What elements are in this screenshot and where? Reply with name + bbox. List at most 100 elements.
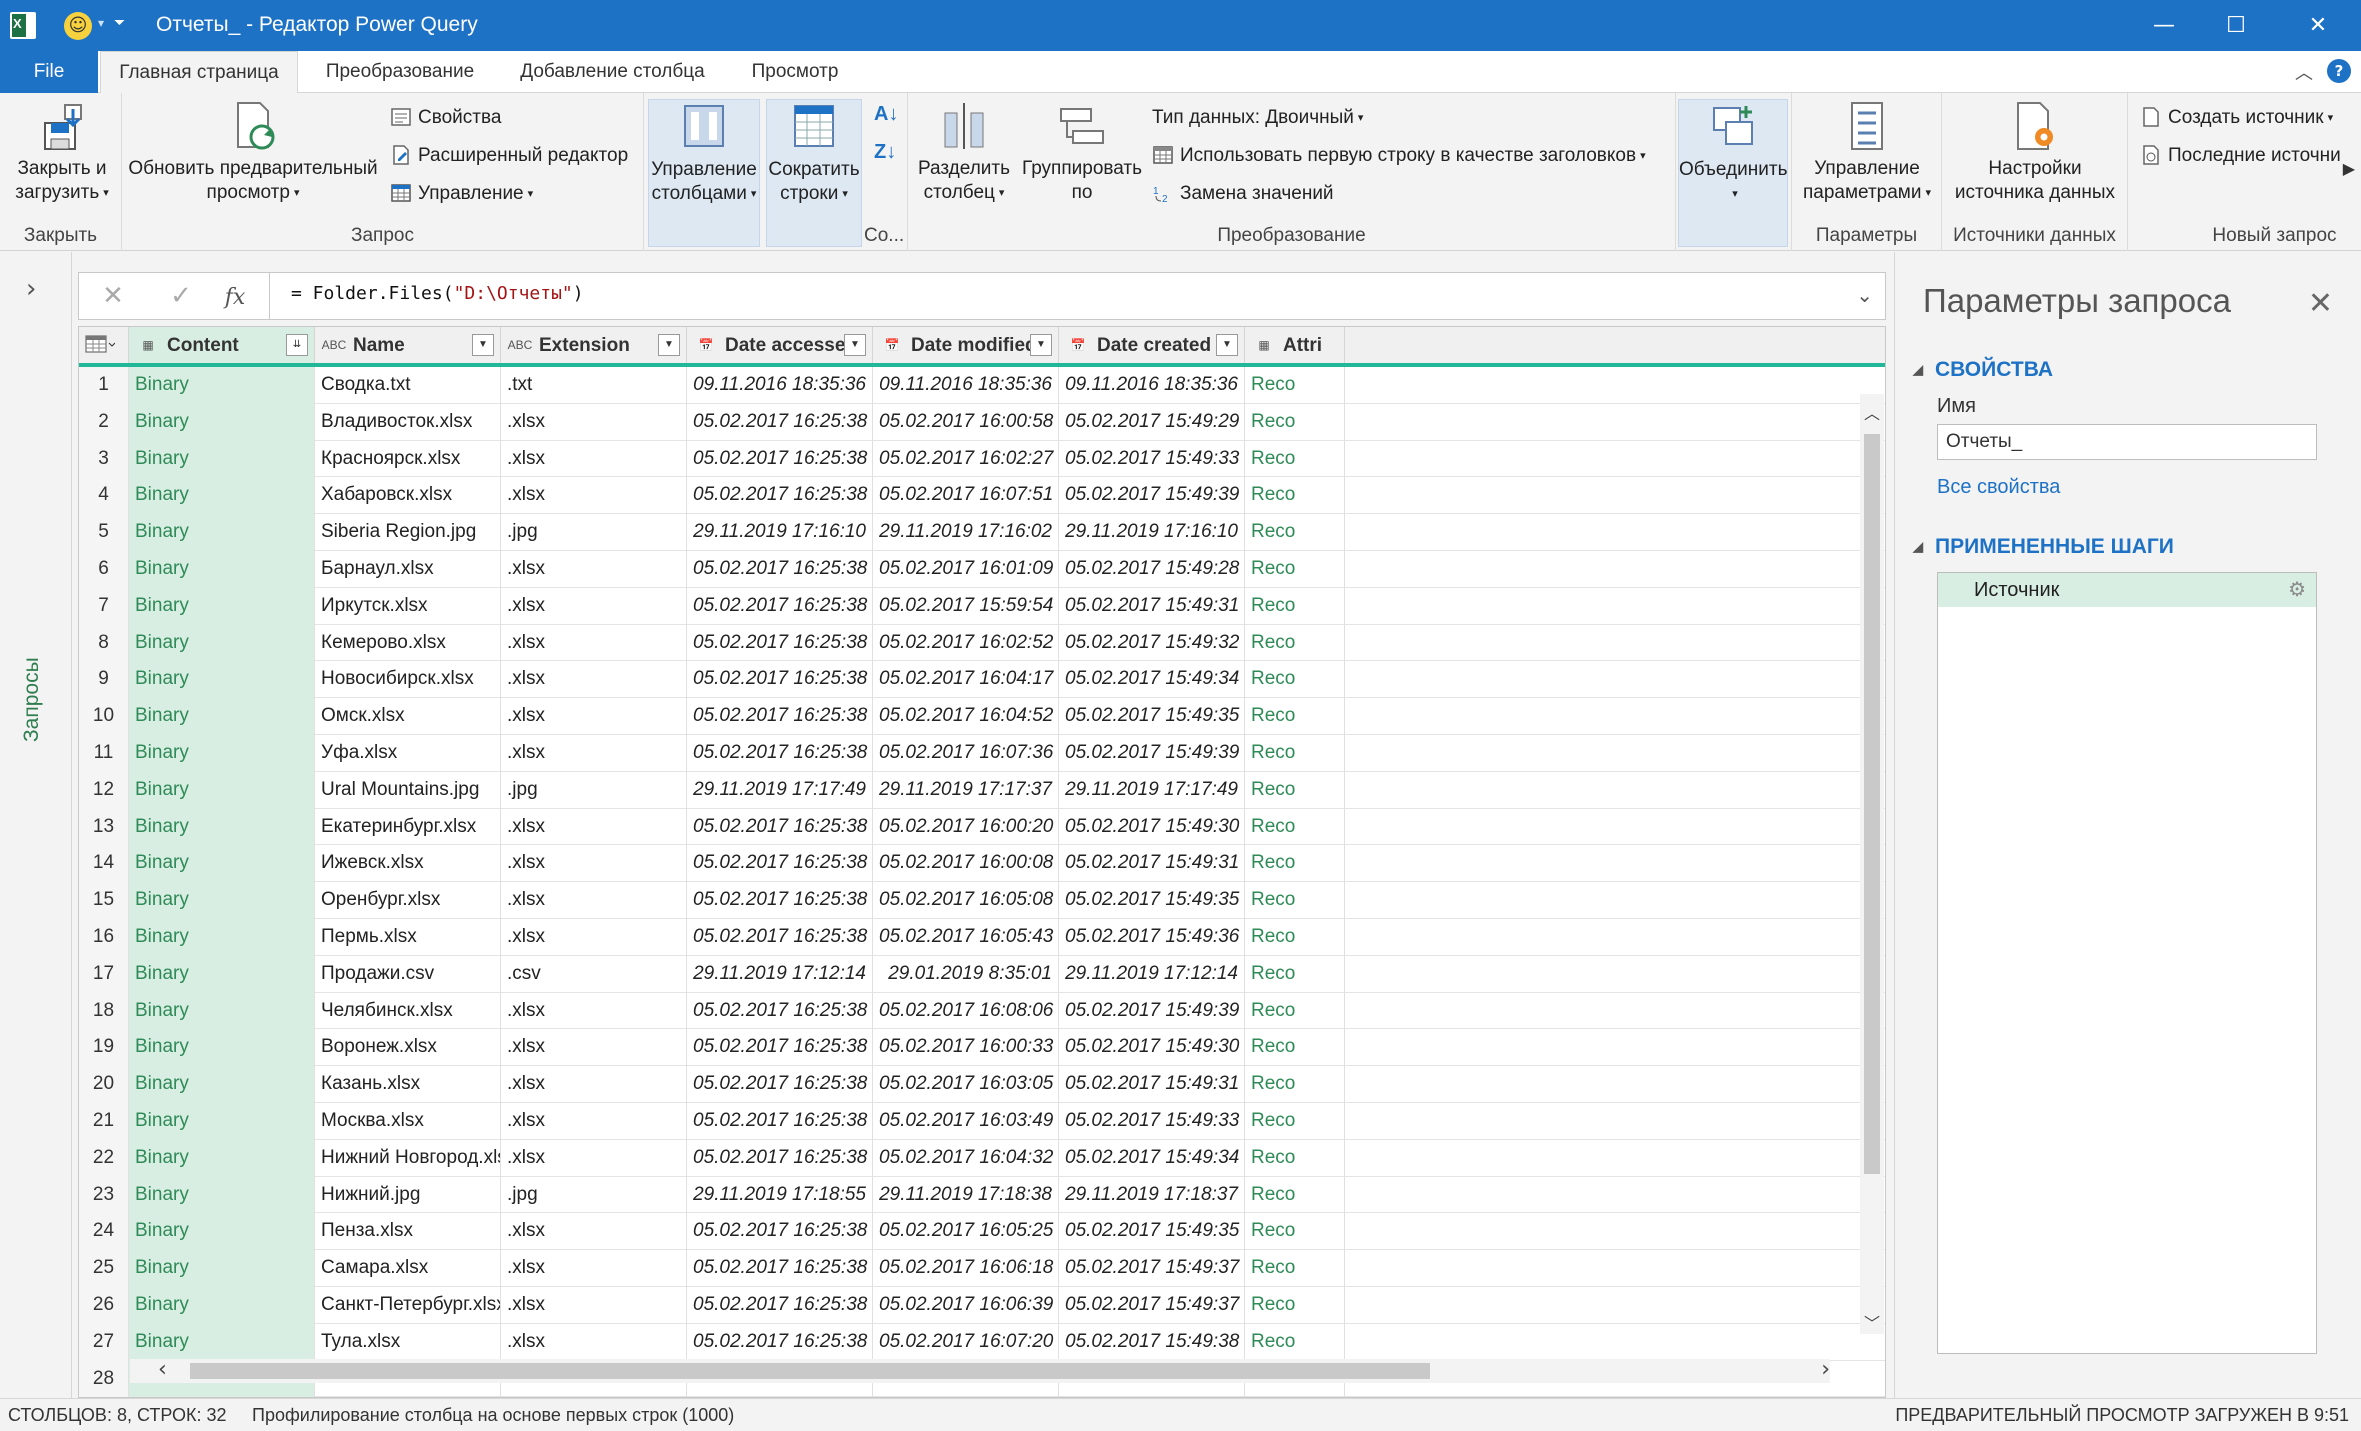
table-type-icon[interactable]: ▦ (135, 327, 161, 363)
applied-steps-section-header[interactable]: ◢ ПРИМЕНЕННЫЕ ШАГИ (1913, 535, 2174, 559)
cell-content[interactable]: Binary (129, 1250, 315, 1287)
tab-home[interactable]: Главная страница (100, 51, 298, 94)
table-row[interactable]: 27 Binary Тула.xlsx .xlsx 05.02.2017 16:25:3… (79, 1323, 1885, 1361)
cell-attri[interactable]: Reco (1245, 403, 1345, 441)
scroll-left-icon[interactable]: ‹ (158, 1357, 167, 1382)
row-number[interactable]: 18 (79, 992, 129, 1030)
query-name-input[interactable]: Отчеты_ (1937, 424, 2317, 460)
cell-content[interactable]: Binary (129, 477, 315, 515)
cell-content[interactable]: Binary (129, 1103, 315, 1140)
filter-dropdown-icon[interactable]: ▼ (1030, 334, 1052, 356)
cell-content[interactable]: Binary (129, 403, 315, 441)
cell-attri[interactable]: Reco (1245, 367, 1345, 404)
table-type-icon[interactable]: ▦ (1251, 327, 1277, 363)
data-source-settings-button[interactable]: Настройки источника данных (1946, 99, 2124, 205)
table-row[interactable]: 6 Binary Барнаул.xlsx .xlsx 05.02.2017 16:25… (79, 551, 1885, 588)
row-number[interactable]: 16 (79, 919, 129, 956)
cell-attri[interactable]: Reco (1245, 919, 1345, 956)
filter-dropdown-icon[interactable]: ▼ (472, 334, 494, 356)
close-load-button[interactable]: Закрыть и загрузить ▾ (6, 99, 118, 205)
column-header-date-modified[interactable]: 📅 Date modified ▼ (873, 327, 1059, 363)
tab-file[interactable]: File (0, 51, 98, 93)
cell-content[interactable]: Binary (129, 514, 315, 551)
cell-content[interactable]: Binary (129, 1029, 315, 1067)
table-row[interactable]: 20 Binary Казань.xlsx .xlsx 05.02.2017 16:25… (79, 1066, 1885, 1103)
cell-attri[interactable]: Reco (1245, 808, 1345, 846)
group-by-button[interactable]: Группировать по (1018, 99, 1146, 205)
cell-content[interactable]: Binary (129, 955, 315, 993)
cell-attri[interactable]: Reco (1245, 845, 1345, 883)
row-number[interactable]: 20 (79, 1066, 129, 1103)
column-header-content[interactable]: ▦ Content ⇊ (129, 327, 315, 363)
reduce-rows-button[interactable]: Сократить строки ▾ (766, 99, 862, 247)
row-number[interactable]: 9 (79, 661, 129, 699)
cell-content[interactable]: Binary (129, 882, 315, 919)
table-row[interactable]: 24 Binary Пенза.xlsx .xlsx 05.02.2017 16:25:… (79, 1213, 1885, 1251)
row-number[interactable]: 19 (79, 1029, 129, 1067)
row-number[interactable]: 3 (79, 440, 129, 478)
table-row[interactable]: 10 Binary Омск.xlsx .xlsx 05.02.2017 16:25:3… (79, 698, 1885, 735)
properties-section-header[interactable]: ◢ СВОЙСТВА (1913, 358, 2053, 382)
sort-descending-button[interactable]: Z↓ (874, 137, 896, 167)
row-number[interactable]: 14 (79, 845, 129, 883)
scroll-right-icon[interactable]: › (1821, 1357, 1830, 1382)
cell-content[interactable]: Binary (129, 661, 315, 699)
row-number[interactable]: 10 (79, 698, 129, 735)
vertical-scroll-thumb[interactable] (1864, 434, 1880, 1174)
row-number[interactable]: 5 (79, 514, 129, 551)
table-row[interactable]: 18 Binary Челябинск.xlsx .xlsx 05.02.2017 16… (79, 992, 1885, 1030)
cell-attri[interactable]: Reco (1245, 1139, 1345, 1177)
row-number[interactable]: 13 (79, 808, 129, 846)
row-number[interactable]: 8 (79, 624, 129, 662)
filter-dropdown-icon[interactable]: ▼ (658, 334, 680, 356)
cell-attri[interactable]: Reco (1245, 1103, 1345, 1140)
row-number[interactable]: 12 (79, 771, 129, 809)
cell-content[interactable]: Binary (129, 624, 315, 662)
cell-attri[interactable]: Reco (1245, 1029, 1345, 1067)
scroll-up-icon[interactable]: ︿ (1864, 400, 1880, 424)
tab-add-column[interactable]: Добавление столбца (505, 51, 720, 93)
expand-binary-icon[interactable]: ⇊ (286, 334, 308, 356)
table-row[interactable]: 22 Binary Нижний Новгород.xlsx .xlsx 05.02.2… (79, 1139, 1885, 1177)
row-number[interactable]: 27 (79, 1323, 129, 1361)
cell-attri[interactable]: Reco (1245, 698, 1345, 735)
table-row[interactable]: 9 Binary Новосибирск.xlsx .xlsx 05.02.2017 1… (79, 661, 1885, 699)
table-row[interactable]: 16 Binary Пермь.xlsx .xlsx 05.02.2017 16:25:… (79, 919, 1885, 956)
cell-attri[interactable]: Reco (1245, 477, 1345, 515)
table-row[interactable]: 25 Binary Самара.xlsx .xlsx 05.02.2017 16:25… (79, 1250, 1885, 1287)
row-number[interactable]: 17 (79, 955, 129, 993)
table-row[interactable]: 17 Binary Продажи.csv .csv 29.11.2019 17:12:… (79, 955, 1885, 993)
text-type-icon[interactable]: ABC (507, 327, 533, 363)
filter-dropdown-icon[interactable]: ▼ (844, 334, 866, 356)
cell-attri[interactable]: Reco (1245, 1323, 1345, 1361)
ribbon-scroll-right-icon[interactable]: ▶ (2343, 159, 2355, 179)
new-source-button[interactable]: Создать источник ▾ (2140, 103, 2333, 133)
table-row[interactable]: 19 Binary Воронеж.xlsx .xlsx 05.02.2017 16:2… (79, 1029, 1885, 1067)
collapse-ribbon-icon[interactable]: ︿ (2295, 59, 2313, 85)
cell-attri[interactable]: Reco (1245, 1176, 1345, 1214)
row-number[interactable]: 23 (79, 1176, 129, 1214)
cell-content[interactable]: Binary (129, 551, 315, 588)
cell-content[interactable]: Binary (129, 367, 315, 404)
cell-attri[interactable]: Reco (1245, 955, 1345, 993)
table-row[interactable]: 11 Binary Уфа.xlsx .xlsx 05.02.2017 16:25:38… (79, 735, 1885, 772)
table-row[interactable]: 2 Binary Владивосток.xlsx .xlsx 05.02.2017 1… (79, 403, 1885, 441)
row-number[interactable]: 1 (79, 367, 129, 404)
cancel-formula-icon[interactable]: ✕ (93, 279, 133, 313)
datetime-type-icon[interactable]: 📅 (1065, 327, 1091, 363)
column-header-date-created[interactable]: 📅 Date created ▼ (1059, 327, 1245, 363)
row-number[interactable]: 21 (79, 1103, 129, 1140)
filter-dropdown-icon[interactable]: ▼ (1216, 334, 1238, 356)
horizontal-scrollbar[interactable]: ‹ › (130, 1357, 1830, 1383)
cell-attri[interactable]: Reco (1245, 551, 1345, 588)
cell-content[interactable]: Binary (129, 1176, 315, 1214)
replace-values-button[interactable]: 1 2 Замена значений (1152, 179, 1334, 209)
cell-content[interactable]: Binary (129, 587, 315, 625)
table-row[interactable]: 8 Binary Кемерово.xlsx .xlsx 05.02.2017 16:2… (79, 624, 1885, 662)
insert-function-icon[interactable]: fx (215, 279, 255, 313)
row-number[interactable]: 26 (79, 1287, 129, 1324)
row-number[interactable]: 15 (79, 882, 129, 919)
commit-formula-icon[interactable]: ✓ (161, 279, 201, 313)
row-number[interactable]: 28 (79, 1360, 129, 1397)
first-row-headers-button[interactable]: Использовать первую строку в качестве за… (1152, 141, 1646, 171)
